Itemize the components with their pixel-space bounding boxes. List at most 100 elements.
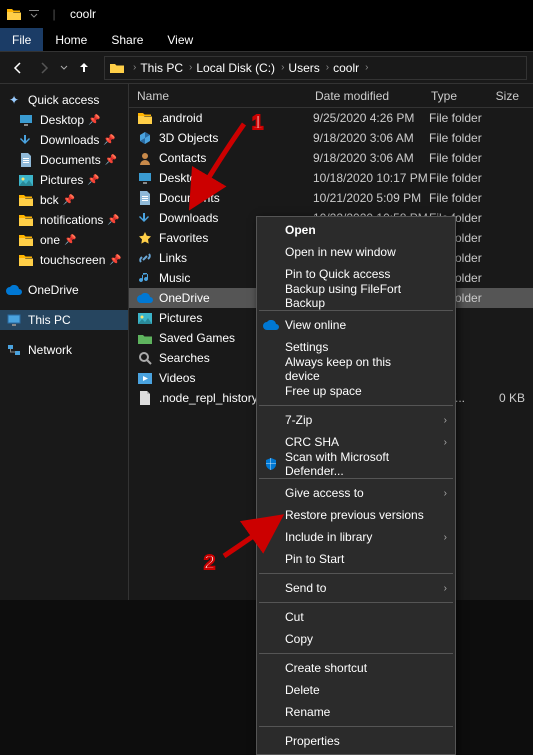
nav-network[interactable]: Network bbox=[0, 340, 128, 360]
annotation-number-2: 2 bbox=[204, 552, 228, 576]
chevron-right-icon: › bbox=[444, 415, 447, 426]
context-delete[interactable]: Delete bbox=[257, 679, 455, 701]
breadcrumb-this-pc[interactable]: This PC bbox=[140, 61, 183, 75]
file-date: 9/18/2020 3:06 AM bbox=[313, 151, 429, 165]
context-cut[interactable]: Cut bbox=[257, 606, 455, 628]
nav-label: OneDrive bbox=[28, 283, 79, 297]
chevron-right-icon[interactable]: › bbox=[326, 62, 329, 73]
breadcrumb-coolr[interactable]: coolr bbox=[333, 61, 359, 75]
sidebar-item-one[interactable]: one📌 bbox=[0, 230, 128, 250]
nav-label: Downloads bbox=[40, 133, 99, 147]
file-type: File folder bbox=[429, 151, 493, 165]
up-button[interactable] bbox=[72, 56, 96, 80]
context-separator bbox=[259, 602, 453, 603]
chevron-right-icon: › bbox=[444, 583, 447, 594]
sidebar-item-pictures[interactable]: Pictures📌 bbox=[0, 170, 128, 190]
context-properties[interactable]: Properties bbox=[257, 730, 455, 752]
nav-this-pc[interactable]: This PC bbox=[0, 310, 128, 330]
onedrive-icon bbox=[6, 282, 22, 298]
context-label: Cut bbox=[285, 610, 304, 624]
breadcrumb-drive[interactable]: Local Disk (C:) bbox=[196, 61, 275, 75]
nav-quick-access[interactable]: ✦ Quick access bbox=[0, 90, 128, 110]
breadcrumb[interactable]: › This PC › Local Disk (C:) › Users › co… bbox=[104, 56, 527, 80]
file-icon bbox=[137, 390, 153, 406]
context-label: Open bbox=[285, 223, 316, 237]
context-separator bbox=[259, 310, 453, 311]
context-scan-with-microsoft-defender-[interactable]: Scan with Microsoft Defender... bbox=[257, 453, 455, 475]
chevron-right-icon[interactable]: › bbox=[133, 62, 136, 73]
context-open-in-new-window[interactable]: Open in new window bbox=[257, 241, 455, 263]
nav-label: notifications bbox=[40, 213, 103, 227]
folder-icon bbox=[18, 192, 34, 208]
file-date: 9/25/2020 4:26 PM bbox=[313, 111, 429, 125]
pin-icon: 📌 bbox=[64, 235, 76, 246]
navigation-pane[interactable]: ✦ Quick access Desktop📌Downloads📌Documen… bbox=[0, 84, 129, 600]
sidebar-item-documents[interactable]: Documents📌 bbox=[0, 150, 128, 170]
window-title: coolr bbox=[70, 7, 96, 21]
sidebar-item-downloads[interactable]: Downloads📌 bbox=[0, 130, 128, 150]
music-icon bbox=[137, 270, 153, 286]
pictures-icon bbox=[137, 310, 153, 326]
chevron-right-icon[interactable]: › bbox=[189, 62, 192, 73]
column-headers[interactable]: Name Date modified Type Size bbox=[129, 84, 533, 108]
column-type[interactable]: Type bbox=[423, 89, 487, 103]
folder-icon bbox=[109, 60, 125, 76]
sidebar-item-desktop[interactable]: Desktop📌 bbox=[0, 110, 128, 130]
back-button[interactable] bbox=[6, 56, 30, 80]
sidebar-item-touchscreen[interactable]: touchscreen📌 bbox=[0, 250, 128, 270]
quick-access-toolbar-dropdown[interactable] bbox=[26, 6, 42, 22]
tab-share[interactable]: Share bbox=[99, 30, 155, 50]
context-open[interactable]: Open bbox=[257, 219, 455, 241]
context-include-in-library[interactable]: Include in library› bbox=[257, 526, 455, 548]
context-backup-using-filefort-backup[interactable]: Backup using FileFort Backup bbox=[257, 285, 455, 307]
pin-icon: 📌 bbox=[63, 195, 75, 206]
folder-icon bbox=[18, 252, 34, 268]
nav-label: Desktop bbox=[40, 113, 84, 127]
context-7-zip[interactable]: 7-Zip› bbox=[257, 409, 455, 431]
context-rename[interactable]: Rename bbox=[257, 701, 455, 723]
nav-label: Network bbox=[28, 343, 72, 357]
column-date[interactable]: Date modified bbox=[307, 89, 423, 103]
savedgames-icon bbox=[137, 330, 153, 346]
forward-button[interactable] bbox=[32, 56, 56, 80]
pictures-icon bbox=[18, 172, 34, 188]
tab-view[interactable]: View bbox=[155, 30, 205, 50]
context-separator bbox=[259, 573, 453, 574]
chevron-right-icon[interactable]: › bbox=[281, 62, 284, 73]
sidebar-item-bck[interactable]: bck📌 bbox=[0, 190, 128, 210]
chevron-right-icon[interactable]: › bbox=[365, 62, 368, 73]
context-pin-to-start[interactable]: Pin to Start bbox=[257, 548, 455, 570]
context-view-online[interactable]: View online bbox=[257, 314, 455, 336]
file-size: 0 KB bbox=[493, 391, 533, 405]
sidebar-item-notifications[interactable]: notifications 📌 bbox=[0, 210, 128, 230]
network-icon bbox=[6, 342, 22, 358]
nav-onedrive[interactable]: OneDrive bbox=[0, 280, 128, 300]
column-name[interactable]: Name bbox=[129, 89, 307, 103]
nav-label: touchscreen bbox=[40, 253, 105, 267]
context-copy[interactable]: Copy bbox=[257, 628, 455, 650]
context-label: Scan with Microsoft Defender... bbox=[285, 450, 427, 478]
column-size[interactable]: Size bbox=[487, 89, 527, 103]
context-label: Settings bbox=[285, 340, 328, 354]
context-restore-previous-versions[interactable]: Restore previous versions bbox=[257, 504, 455, 526]
context-label: Send to bbox=[285, 581, 326, 595]
context-give-access-to[interactable]: Give access to› bbox=[257, 482, 455, 504]
recent-dropdown[interactable] bbox=[58, 56, 70, 80]
chevron-right-icon: › bbox=[444, 532, 447, 543]
folder-icon bbox=[18, 212, 34, 228]
tab-home[interactable]: Home bbox=[43, 30, 99, 50]
folder-icon bbox=[6, 6, 22, 22]
file-type: File folder bbox=[429, 191, 493, 205]
context-label: Delete bbox=[285, 683, 320, 697]
context-free-up-space[interactable]: Free up space bbox=[257, 380, 455, 402]
breadcrumb-users[interactable]: Users bbox=[288, 61, 319, 75]
context-menu: OpenOpen in new windowPin to Quick acces… bbox=[256, 216, 456, 755]
address-bar: › This PC › Local Disk (C:) › Users › co… bbox=[0, 52, 533, 84]
context-create-shortcut[interactable]: Create shortcut bbox=[257, 657, 455, 679]
pin-icon: 📌 bbox=[107, 215, 119, 226]
context-always-keep-on-this-device[interactable]: Always keep on this device bbox=[257, 358, 455, 380]
file-tab[interactable]: File bbox=[0, 28, 43, 51]
file-type: File folder bbox=[429, 111, 493, 125]
folder-icon bbox=[18, 232, 34, 248]
context-send-to[interactable]: Send to › bbox=[257, 577, 455, 599]
